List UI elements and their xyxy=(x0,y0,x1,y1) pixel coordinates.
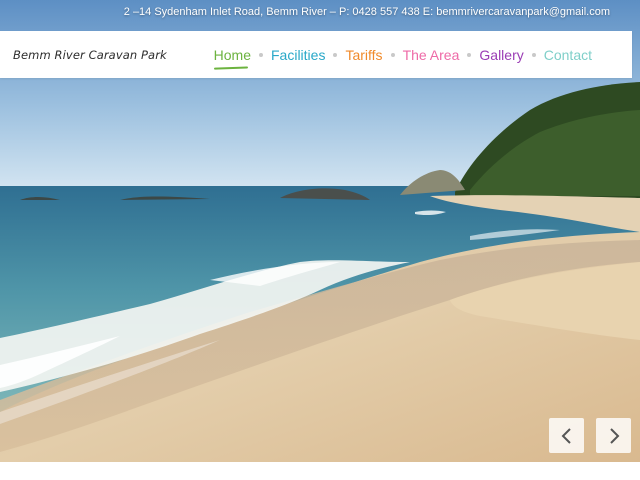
nav-item-contact[interactable]: Contact xyxy=(544,47,592,63)
chevron-right-icon xyxy=(609,427,619,444)
site-logo[interactable]: Bemm River Caravan Park xyxy=(13,48,167,62)
nav-separator-dot xyxy=(259,52,263,57)
nav-separator-dot xyxy=(531,52,536,57)
nav-separator-dot xyxy=(390,52,395,57)
chevron-left-icon xyxy=(561,427,571,444)
slider-next-button[interactable] xyxy=(596,418,631,453)
main-navigation: Home Facilities Tariffs The Area Gallery Cont… xyxy=(214,47,592,63)
nav-item-tariffs[interactable]: Tariffs xyxy=(345,47,382,63)
nav-item-gallery[interactable]: Gallery xyxy=(479,47,523,63)
site-header: Bemm River Caravan Park Home Facilities Ta… xyxy=(0,31,632,78)
slider-prev-button[interactable] xyxy=(549,418,584,453)
nav-item-home[interactable]: Home xyxy=(214,47,251,63)
contact-info-bar: 2 –14 Sydenham Inlet Road, Bemm River – … xyxy=(123,6,610,18)
nav-separator-dot xyxy=(467,52,472,57)
nav-separator-dot xyxy=(333,52,338,57)
nav-item-facilities[interactable]: Facilities xyxy=(271,47,325,63)
nav-item-the-area[interactable]: The Area xyxy=(403,47,460,63)
